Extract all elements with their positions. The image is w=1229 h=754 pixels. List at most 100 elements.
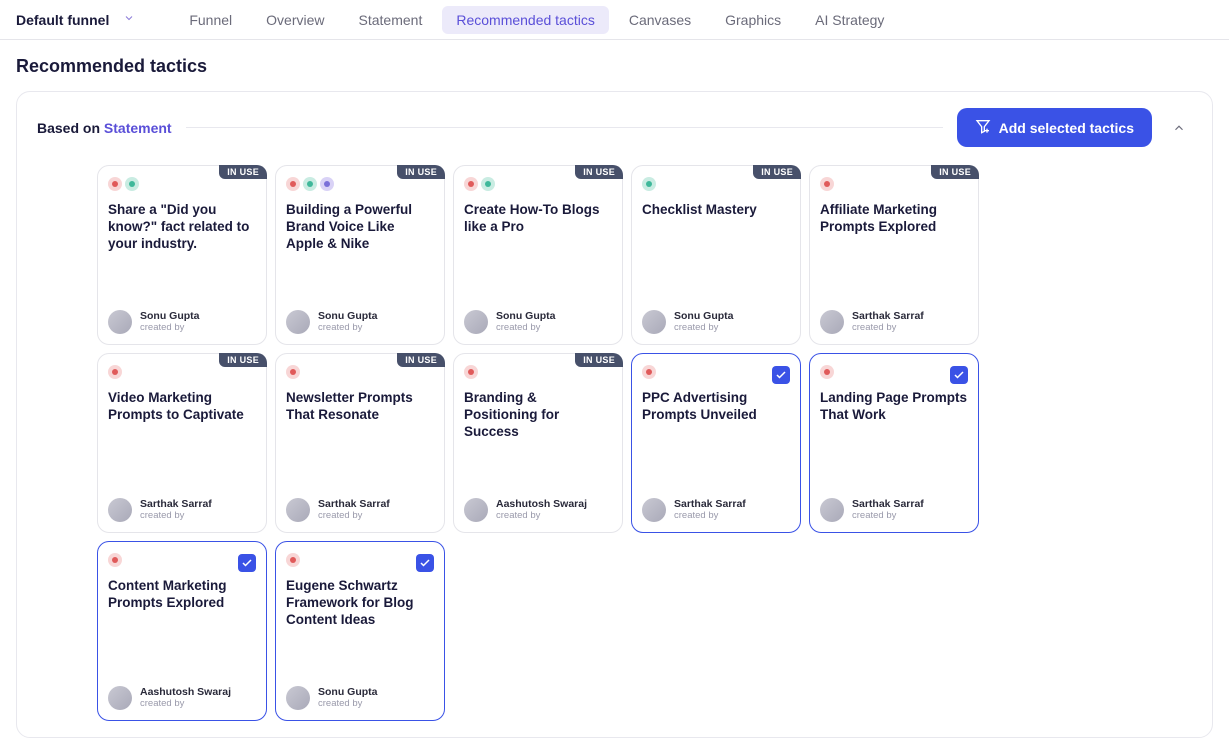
- tactic-card[interactable]: Content Marketing Prompts Explored Aashut…: [97, 541, 267, 721]
- created-by-label: created by: [674, 323, 734, 333]
- tag-dot-icon: [464, 177, 478, 191]
- creator-name: Aashutosh Swaraj: [140, 687, 231, 699]
- funnel-select[interactable]: Default funnel: [16, 11, 135, 29]
- nav-tab-statement[interactable]: Statement: [345, 6, 437, 34]
- card-footer: Aashutosh Swarajcreated by: [464, 498, 612, 522]
- card-footer: Sonu Guptacreated by: [108, 310, 256, 334]
- created-by-label: created by: [140, 699, 231, 709]
- select-checkbox[interactable]: [950, 366, 968, 384]
- card-footer: Sonu Guptacreated by: [464, 310, 612, 334]
- based-on-link[interactable]: Statement: [104, 120, 172, 136]
- avatar: [820, 310, 844, 334]
- panel-header: Based on Statement Add selected tactics: [37, 108, 1192, 147]
- avatar: [642, 310, 666, 334]
- card-tags: [464, 177, 495, 191]
- tag-dot-icon: [642, 365, 656, 379]
- collapse-button[interactable]: [1166, 115, 1192, 141]
- tag-dot-icon: [108, 177, 122, 191]
- card-tags: [820, 365, 834, 379]
- card-tags: [108, 553, 122, 567]
- card-footer: Sarthak Sarrafcreated by: [820, 498, 968, 522]
- tactic-card[interactable]: IN USE Share a "Did you know?" fact relat…: [97, 165, 267, 345]
- avatar: [108, 310, 132, 334]
- tactic-card[interactable]: IN USEBuilding a Powerful Brand Voice Li…: [275, 165, 445, 345]
- creator-info: Sonu Guptacreated by: [318, 687, 378, 709]
- creator-info: Sonu Guptacreated by: [496, 311, 556, 333]
- tactic-card[interactable]: IN USEBranding & Positioning for Success…: [453, 353, 623, 533]
- select-checkbox[interactable]: [772, 366, 790, 384]
- add-selected-tactics-button[interactable]: Add selected tactics: [957, 108, 1152, 147]
- card-footer: Sonu Guptacreated by: [286, 686, 434, 710]
- card-tags: [286, 177, 334, 191]
- tag-dot-icon: [303, 177, 317, 191]
- tactic-card[interactable]: Eugene Schwartz Framework for Blog Conte…: [275, 541, 445, 721]
- creator-info: Sarthak Sarrafcreated by: [140, 499, 212, 521]
- card-title: Landing Page Prompts That Work: [820, 390, 968, 424]
- creator-name: Sarthak Sarraf: [852, 311, 924, 323]
- card-footer: Sarthak Sarrafcreated by: [108, 498, 256, 522]
- nav-tab-recommended-tactics[interactable]: Recommended tactics: [442, 6, 609, 34]
- tag-dot-icon: [286, 177, 300, 191]
- in-use-badge: IN USE: [219, 165, 267, 179]
- creator-name: Sonu Gupta: [496, 311, 556, 323]
- creator-name: Sonu Gupta: [318, 311, 378, 323]
- card-footer: Sarthak Sarrafcreated by: [642, 498, 790, 522]
- chevron-down-icon: [123, 11, 135, 29]
- creator-info: Sarthak Sarrafcreated by: [852, 311, 924, 333]
- divider: [186, 127, 943, 128]
- tag-dot-icon: [320, 177, 334, 191]
- tag-dot-icon: [286, 553, 300, 567]
- nav-tab-overview[interactable]: Overview: [252, 6, 338, 34]
- nav-tab-graphics[interactable]: Graphics: [711, 6, 795, 34]
- add-button-label: Add selected tactics: [999, 120, 1134, 136]
- creator-name: Sonu Gupta: [674, 311, 734, 323]
- creator-info: Sonu Guptacreated by: [318, 311, 378, 333]
- card-title: Create How-To Blogs like a Pro: [464, 202, 612, 236]
- creator-name: Sarthak Sarraf: [674, 499, 746, 511]
- card-tags: [286, 553, 300, 567]
- card-footer: Sonu Guptacreated by: [286, 310, 434, 334]
- card-title: Content Marketing Prompts Explored: [108, 578, 256, 612]
- created-by-label: created by: [496, 323, 556, 333]
- in-use-badge: IN USE: [575, 353, 623, 367]
- tag-dot-icon: [464, 365, 478, 379]
- based-on-text: Based on Statement: [37, 120, 172, 136]
- nav-tab-canvases[interactable]: Canvases: [615, 6, 705, 34]
- creator-name: Sonu Gupta: [140, 311, 200, 323]
- creator-name: Sarthak Sarraf: [318, 499, 390, 511]
- tag-dot-icon: [481, 177, 495, 191]
- in-use-badge: IN USE: [931, 165, 979, 179]
- tactic-card[interactable]: IN USENewsletter Prompts That ResonateSa…: [275, 353, 445, 533]
- created-by-label: created by: [496, 511, 587, 521]
- tactic-card[interactable]: PPC Advertising Prompts UnveiledSarthak …: [631, 353, 801, 533]
- creator-info: Sarthak Sarrafcreated by: [318, 499, 390, 521]
- card-title: Share a "Did you know?" fact related to …: [108, 202, 256, 253]
- card-title: Checklist Mastery: [642, 202, 790, 219]
- select-checkbox[interactable]: [416, 554, 434, 572]
- tactic-card[interactable]: Landing Page Prompts That Work Sarthak Sa…: [809, 353, 979, 533]
- card-tags: [286, 365, 300, 379]
- card-tags: [642, 177, 656, 191]
- creator-info: Sonu Guptacreated by: [140, 311, 200, 333]
- avatar: [464, 310, 488, 334]
- tactic-card[interactable]: IN USE Affiliate Marketing Prompts Explor…: [809, 165, 979, 345]
- created-by-label: created by: [852, 323, 924, 333]
- card-tags: [464, 365, 478, 379]
- card-title: Affiliate Marketing Prompts Explored: [820, 202, 968, 236]
- tactic-card[interactable]: IN USEVideo Marketing Prompts to Captiva…: [97, 353, 267, 533]
- avatar: [286, 310, 310, 334]
- creator-info: Aashutosh Swarajcreated by: [496, 499, 587, 521]
- in-use-badge: IN USE: [575, 165, 623, 179]
- tactic-card[interactable]: IN USE Create How-To Blogs like a Pro Sonu…: [453, 165, 623, 345]
- nav-tab-ai-strategy[interactable]: AI Strategy: [801, 6, 898, 34]
- tactic-card[interactable]: IN USEChecklist MasterySonu Guptacreated…: [631, 165, 801, 345]
- nav-tab-funnel[interactable]: Funnel: [175, 6, 246, 34]
- created-by-label: created by: [318, 511, 390, 521]
- creator-info: Sonu Guptacreated by: [674, 311, 734, 333]
- avatar: [820, 498, 844, 522]
- tag-dot-icon: [108, 553, 122, 567]
- funnel-select-label: Default funnel: [16, 12, 109, 28]
- card-tags: [820, 177, 834, 191]
- select-checkbox[interactable]: [238, 554, 256, 572]
- tag-dot-icon: [125, 177, 139, 191]
